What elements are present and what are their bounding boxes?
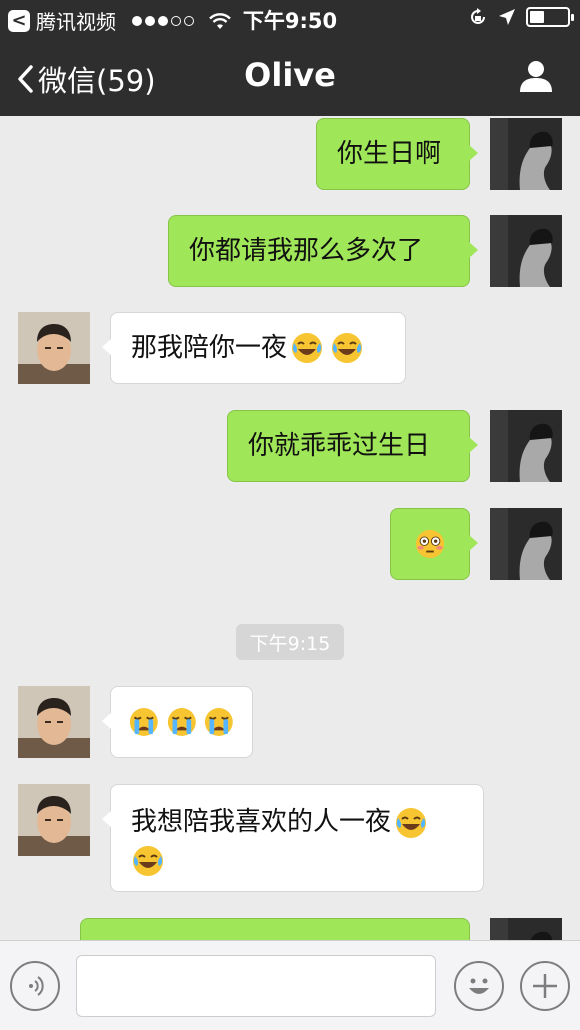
message-bubble[interactable]: 你生日啊 (316, 118, 478, 190)
my-avatar[interactable] (490, 215, 562, 287)
message-bubble[interactable]: 那我陪你一夜 (102, 312, 406, 384)
tears-of-joy-emoji-icon (396, 807, 427, 838)
voice-icon (29, 976, 44, 996)
back-button[interactable]: 微信(59) (16, 58, 156, 100)
tears-of-joy-emoji-icon (332, 333, 363, 363)
voice-button[interactable] (10, 961, 60, 1011)
message-input[interactable] (76, 955, 436, 1017)
chat-header: 微信(59) Olive (0, 38, 580, 116)
more-options-button[interactable] (520, 961, 570, 1011)
contact-avatar[interactable] (18, 784, 90, 856)
battery-level (530, 11, 544, 23)
flushed-emoji-icon (415, 529, 445, 559)
battery-icon (526, 7, 574, 27)
contact-avatar[interactable] (18, 686, 90, 758)
back-button-label: 微信(59) (38, 64, 156, 98)
message-text: 你都请我那么多次了 (189, 236, 424, 266)
chevron-left-icon (18, 65, 33, 93)
orientation-lock-icon (471, 8, 485, 24)
contact-avatar[interactable] (18, 312, 90, 384)
my-avatar[interactable] (490, 118, 562, 190)
my-avatar[interactable] (490, 410, 562, 482)
message-bubble[interactable]: 你就乖乖过生日 (227, 410, 478, 482)
my-avatar[interactable] (490, 508, 562, 580)
status-right (468, 7, 574, 27)
loudly-crying-emoji-icon (129, 708, 158, 736)
message-bubble[interactable]: 你都请我那么多次了 (168, 215, 478, 287)
input-toolbar (0, 940, 580, 1030)
loudly-crying-emoji-icon (167, 708, 196, 736)
status-bar: < 腾讯视频 下午9:50 (0, 0, 580, 38)
message-bubble[interactable] (102, 686, 253, 758)
my-avatar[interactable] (490, 918, 562, 940)
message-text: 你生日啊 (337, 139, 442, 169)
message-bubble[interactable] (390, 508, 478, 580)
message-bubble[interactable] (80, 918, 470, 940)
tears-of-joy-emoji-icon (292, 333, 323, 363)
sticker-icon (469, 978, 489, 994)
sticker-button[interactable] (454, 961, 504, 1011)
message-text: 我想陪我喜欢的人一夜 (131, 807, 392, 837)
location-arrow-icon (499, 9, 515, 25)
message-text: 那我陪你一夜 (131, 333, 288, 363)
plus-icon (533, 974, 557, 998)
loudly-crying-emoji-icon (205, 708, 234, 736)
message-text: 你就乖乖过生日 (248, 431, 431, 461)
message-bubble[interactable]: 我想陪我喜欢的人一夜 (102, 784, 484, 892)
profile-icon[interactable] (518, 58, 554, 94)
timestamp: 下午9:15 (236, 624, 344, 660)
tears-of-joy-emoji-icon (133, 845, 163, 876)
message-list[interactable]: 你生日啊 你都请我那么多次了 那我陪你一夜 你就乖乖过生日 下午9:15 我想陪… (0, 116, 580, 940)
